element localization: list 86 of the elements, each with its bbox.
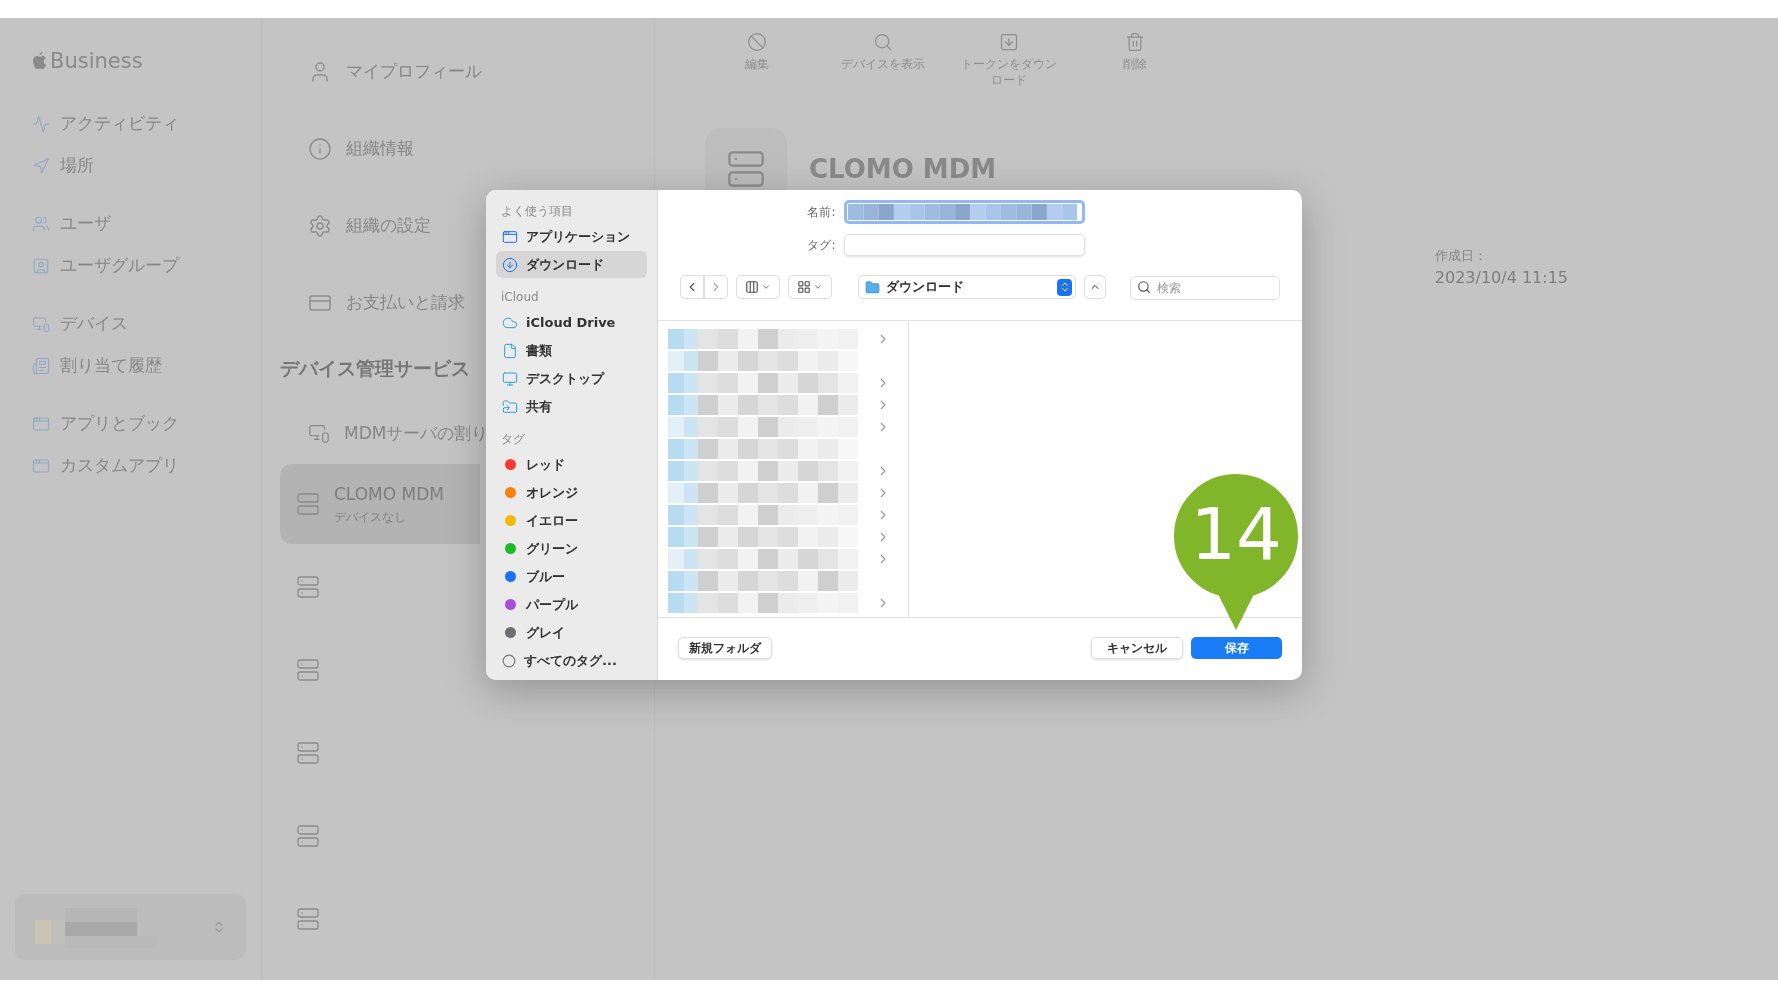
server-icon <box>726 149 766 189</box>
download-icon <box>502 256 518 273</box>
sidebar-item[interactable]: ユーザ <box>32 211 229 236</box>
dialog-sidebar-item[interactable]: 書類 <box>496 337 647 364</box>
document-icon <box>502 342 518 359</box>
sidebar-item[interactable]: アクティビティ <box>32 111 229 136</box>
folder-icon <box>865 279 880 295</box>
dialog-sidebar-item[interactable]: グレイ <box>496 619 647 646</box>
stepper-icon <box>1057 278 1072 296</box>
dialog-sidebar-item[interactable]: デスクトップ <box>496 365 647 392</box>
new-folder-button[interactable]: 新規フォルダ <box>678 637 772 659</box>
cancel-button[interactable]: キャンセル <box>1091 637 1183 659</box>
app-window-icon <box>32 414 50 433</box>
server-icon <box>296 492 320 516</box>
settings-icon <box>308 213 332 238</box>
app-window-icon <box>32 456 50 475</box>
server-icon <box>296 741 320 765</box>
sidebar-section-title: よく使う項目 <box>500 203 573 220</box>
tags-label: タグ: <box>806 237 836 254</box>
dialog-sidebar-item[interactable]: グリーン <box>496 535 647 562</box>
server-icon <box>296 575 320 599</box>
list-icon <box>32 356 50 375</box>
section-title: デバイス管理サービス <box>280 356 470 381</box>
dialog-sidebar-item[interactable]: パープル <box>496 591 647 618</box>
search-field[interactable]: 検索 <box>1130 276 1280 300</box>
info-icon <box>308 136 332 161</box>
server-icon <box>296 824 320 848</box>
group-button[interactable] <box>788 275 832 299</box>
apple-logo-icon <box>32 52 48 72</box>
location-arrow-icon <box>32 156 50 175</box>
detail-heading: CLOMO MDM <box>809 153 997 186</box>
dialog-sidebar-item[interactable]: レッド <box>496 451 647 478</box>
location-text: ダウンロード <box>886 278 965 297</box>
sidebar-item[interactable]: アプリとブック <box>32 411 229 436</box>
name-label: 名前: <box>806 204 836 221</box>
dialog-sidebar-item[interactable]: 共有 <box>496 393 647 420</box>
location-popup[interactable]: ダウンロード <box>858 275 1076 299</box>
sidebar-item[interactable]: ユーザグループ <box>32 253 229 278</box>
columns-icon <box>745 280 759 294</box>
app-window-icon <box>502 228 518 245</box>
users-icon <box>32 214 50 233</box>
created-value: 2023/10/4 11:15 <box>1434 266 1568 289</box>
app-logo-text: Business <box>50 48 143 75</box>
trash-icon <box>1125 32 1145 52</box>
server-icon <box>296 658 320 682</box>
caret-icon <box>813 282 823 292</box>
devices-icon <box>308 422 330 445</box>
sidebar-item[interactable]: 割り当て履歴 <box>32 353 229 378</box>
grid-icon <box>797 280 811 294</box>
view-mode-button[interactable] <box>736 275 780 299</box>
sidebar-item[interactable]: カスタムアプリ <box>32 453 229 478</box>
devices-icon <box>32 314 50 333</box>
search-icon <box>1137 280 1151 294</box>
caret-icon <box>761 282 771 292</box>
search-icon <box>873 32 893 52</box>
mdm-assign-item[interactable]: MDMサーバの割り <box>308 420 489 446</box>
slashed-circle-icon <box>747 32 767 52</box>
dialog-sidebar-item[interactable]: ブルー <box>496 563 647 590</box>
settings-menu-item[interactable]: マイプロフィール <box>308 58 654 85</box>
created-label: 作成日： <box>1434 247 1488 265</box>
user-badge-icon <box>32 256 50 275</box>
shared-folder-icon <box>502 398 518 415</box>
save-button[interactable]: 保存 <box>1191 637 1282 659</box>
dialog-sidebar-item[interactable]: オレンジ <box>496 479 647 506</box>
dialog-sidebar-item[interactable]: すべてのタグ... <box>496 647 647 674</box>
circle-outline-icon <box>502 653 516 668</box>
dialog-sidebar-item[interactable]: ダウンロード <box>496 251 647 278</box>
desktop-icon <box>502 370 518 387</box>
name-field[interactable] <box>843 200 1085 224</box>
forward-button[interactable] <box>704 275 728 299</box>
parent-folder-button[interactable] <box>1084 275 1106 299</box>
sidebar-item[interactable]: 場所 <box>32 153 229 178</box>
account-switcher[interactable] <box>15 894 246 960</box>
sidebar-item[interactable]: デバイス <box>32 311 229 336</box>
sidebar-section-title: iCloud <box>500 289 539 306</box>
dialog-sidebar-item[interactable]: アプリケーション <box>496 223 647 250</box>
download-icon <box>999 32 1019 52</box>
pulse-icon <box>32 114 50 133</box>
dialog-sidebar-item[interactable]: イエロー <box>496 507 647 534</box>
tags-field[interactable] <box>843 234 1085 256</box>
step-callout: 14 <box>1172 472 1300 630</box>
server-icon <box>296 907 320 931</box>
settings-menu-item[interactable]: 組織情報 <box>308 135 654 162</box>
sidebar-section-title: タグ <box>500 431 525 448</box>
back-button[interactable] <box>680 275 704 299</box>
dialog-sidebar-item[interactable]: iCloud Drive <box>496 309 647 336</box>
